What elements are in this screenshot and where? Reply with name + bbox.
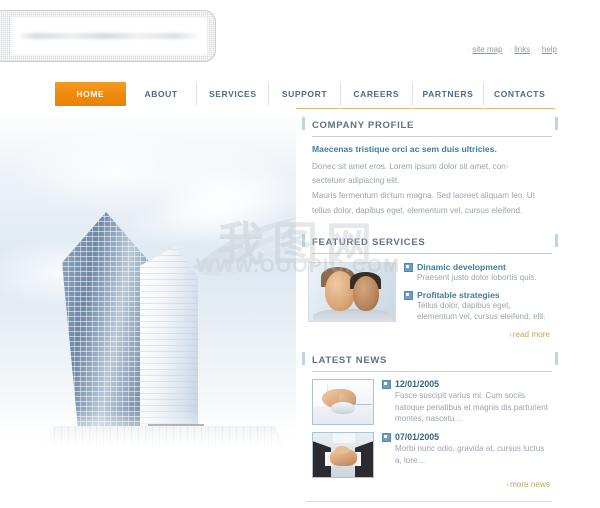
profile-paragraph: tellus dolor, dapibus eget, elementum ve… bbox=[312, 205, 523, 215]
hero-building-photo bbox=[0, 108, 296, 460]
section-company-profile: COMPANY PROFILE Maecenas tristique orci … bbox=[300, 114, 558, 227]
profile-lede: Maecenas tristique orci ac sem duis ultr… bbox=[312, 144, 497, 154]
chevron-right-icon: › bbox=[506, 480, 509, 490]
more-news-label: more news bbox=[509, 480, 550, 490]
tick-marker-icon bbox=[302, 234, 305, 248]
profile-paragraph: Donec sit amet eros. Lorem ipsum dolor s… bbox=[312, 161, 509, 171]
featured-service-title[interactable]: Dinamic development bbox=[417, 262, 550, 272]
section-header: COMPANY PROFILE bbox=[300, 114, 558, 136]
section-featured-services: FEATURED SERVICES Dinamic development Pr… bbox=[300, 231, 558, 345]
news-body: 12/01/2005 Fusce suscipit varius mi. Cum… bbox=[382, 379, 550, 425]
nav-item-contacts[interactable]: CONTACTS bbox=[484, 82, 556, 109]
featured-service-item[interactable]: Profitable strategies Tellus dolor, dapi… bbox=[404, 290, 550, 323]
thumb-mouse-cord bbox=[354, 404, 372, 406]
nav-item-label: HOME bbox=[76, 89, 105, 99]
news-thumbnail-mouse[interactable] bbox=[312, 379, 374, 426]
news-item[interactable]: 07/01/2005 Morbi nunc odio, gravida at, … bbox=[300, 425, 558, 479]
tick-marker-icon bbox=[555, 234, 558, 248]
section-header: FEATURED SERVICES bbox=[300, 231, 558, 253]
section-header: LATEST NEWS bbox=[300, 349, 558, 371]
read-more-label: read more bbox=[512, 330, 550, 340]
footer-copyright: BusinessCompany.Com © 2005 bbox=[300, 502, 558, 508]
page-root: PANY ·site map·links·help HOME ABOUT SER… bbox=[0, 0, 600, 508]
section-body: Maecenas tristique orci ac sem duis ultr… bbox=[300, 137, 558, 227]
news-thumbnail-handshake[interactable] bbox=[312, 432, 374, 479]
tick-marker-icon bbox=[555, 117, 558, 130]
news-item[interactable]: 12/01/2005 Fusce suscipit varius mi. Cum… bbox=[300, 372, 558, 426]
photo-shoulders bbox=[313, 309, 393, 322]
news-excerpt: Fusce suscipit varius mi. Cum sociis nat… bbox=[395, 391, 548, 423]
nav-item-label: CAREERS bbox=[353, 89, 400, 99]
nav-item-partners[interactable]: PARTNERS bbox=[412, 82, 485, 109]
chevron-right-icon: › bbox=[508, 330, 512, 340]
thumb-backdrop bbox=[333, 433, 355, 444]
nav-item-home[interactable]: HOME bbox=[55, 82, 126, 109]
news-body: 07/01/2005 Morbi nunc odio, gravida at, … bbox=[382, 432, 550, 478]
site-header: PANY ·site map·links·help bbox=[0, 0, 600, 78]
tick-marker-icon bbox=[555, 352, 558, 366]
nav-item-services[interactable]: SERVICES bbox=[197, 82, 270, 109]
utility-link-help[interactable]: help bbox=[542, 45, 557, 54]
nav-item-label: PARTNERS bbox=[422, 89, 474, 99]
news-date[interactable]: 07/01/2005 bbox=[395, 432, 550, 443]
nav-item-about[interactable]: ABOUT bbox=[125, 82, 198, 109]
bullet-dot-icon: · bbox=[467, 45, 471, 54]
overlay-blurred-text bbox=[17, 33, 201, 39]
utility-link-links[interactable]: links bbox=[514, 45, 530, 54]
square-bullet-icon bbox=[404, 263, 413, 273]
read-more-link[interactable]: ›read more bbox=[300, 328, 558, 345]
profile-paragraph: Mauris fermentum dictum magna. Sed laore… bbox=[312, 190, 535, 200]
content-panel: COMPANY PROFILE Maecenas tristique orci … bbox=[300, 114, 558, 508]
square-bullet-icon bbox=[382, 433, 391, 443]
featured-services-photo bbox=[308, 262, 396, 323]
bullet-dot-icon: · bbox=[537, 45, 540, 54]
more-news-link[interactable]: ›more news bbox=[300, 478, 558, 495]
nav-item-careers[interactable]: CAREERS bbox=[340, 82, 413, 109]
logo-overlay-panel bbox=[0, 10, 216, 62]
nav-item-support[interactable]: SUPPORT bbox=[269, 82, 341, 109]
square-bullet-icon bbox=[382, 380, 391, 390]
featured-services-row: Dinamic development Praesent justo dolor… bbox=[300, 254, 558, 328]
tick-marker-icon bbox=[302, 352, 305, 366]
featured-service-title[interactable]: Profitable strategies bbox=[417, 290, 550, 300]
featured-service-desc: Praesent justo dolor lobortis quis. bbox=[417, 273, 537, 283]
thumb-mouse bbox=[331, 402, 355, 415]
sky-cloud bbox=[150, 138, 290, 248]
photo-face-secondary bbox=[353, 276, 379, 312]
tick-marker-icon bbox=[302, 117, 305, 130]
featured-services-list: Dinamic development Praesent justo dolor… bbox=[404, 262, 550, 328]
section-title: FEATURED SERVICES bbox=[312, 236, 426, 248]
news-date[interactable]: 12/01/2005 bbox=[395, 379, 550, 390]
featured-service-item[interactable]: Dinamic development Praesent justo dolor… bbox=[404, 262, 550, 283]
nav-item-label: SERVICES bbox=[208, 89, 257, 99]
section-title: COMPANY PROFILE bbox=[312, 119, 414, 131]
featured-service-desc: Tellus dolor, dapibus eget, elementum ve… bbox=[417, 300, 546, 322]
nav-item-label: CONTACTS bbox=[493, 89, 546, 99]
utility-links: · site map · links · help bbox=[468, 45, 564, 54]
square-bullet-icon bbox=[404, 290, 413, 300]
profile-paragraph: sectetuer adipiscing elit. bbox=[312, 176, 400, 186]
nav-item-label: ABOUT bbox=[144, 89, 178, 99]
bullet-dot-icon: · bbox=[509, 45, 513, 54]
hero-bottom-fade bbox=[0, 408, 296, 460]
utility-link-site-map[interactable]: site map bbox=[472, 45, 502, 54]
section-latest-news: LATEST NEWS 12/01/2005 Fusce suscipit va… bbox=[300, 349, 558, 495]
section-title: LATEST NEWS bbox=[312, 354, 388, 366]
main-navigation: HOME ABOUT SERVICES SUPPORT CAREERS PART… bbox=[55, 82, 556, 109]
news-excerpt: Morbi nunc odio, gravida at, cursus luct… bbox=[395, 444, 545, 465]
nav-item-label: SUPPORT bbox=[281, 89, 328, 99]
